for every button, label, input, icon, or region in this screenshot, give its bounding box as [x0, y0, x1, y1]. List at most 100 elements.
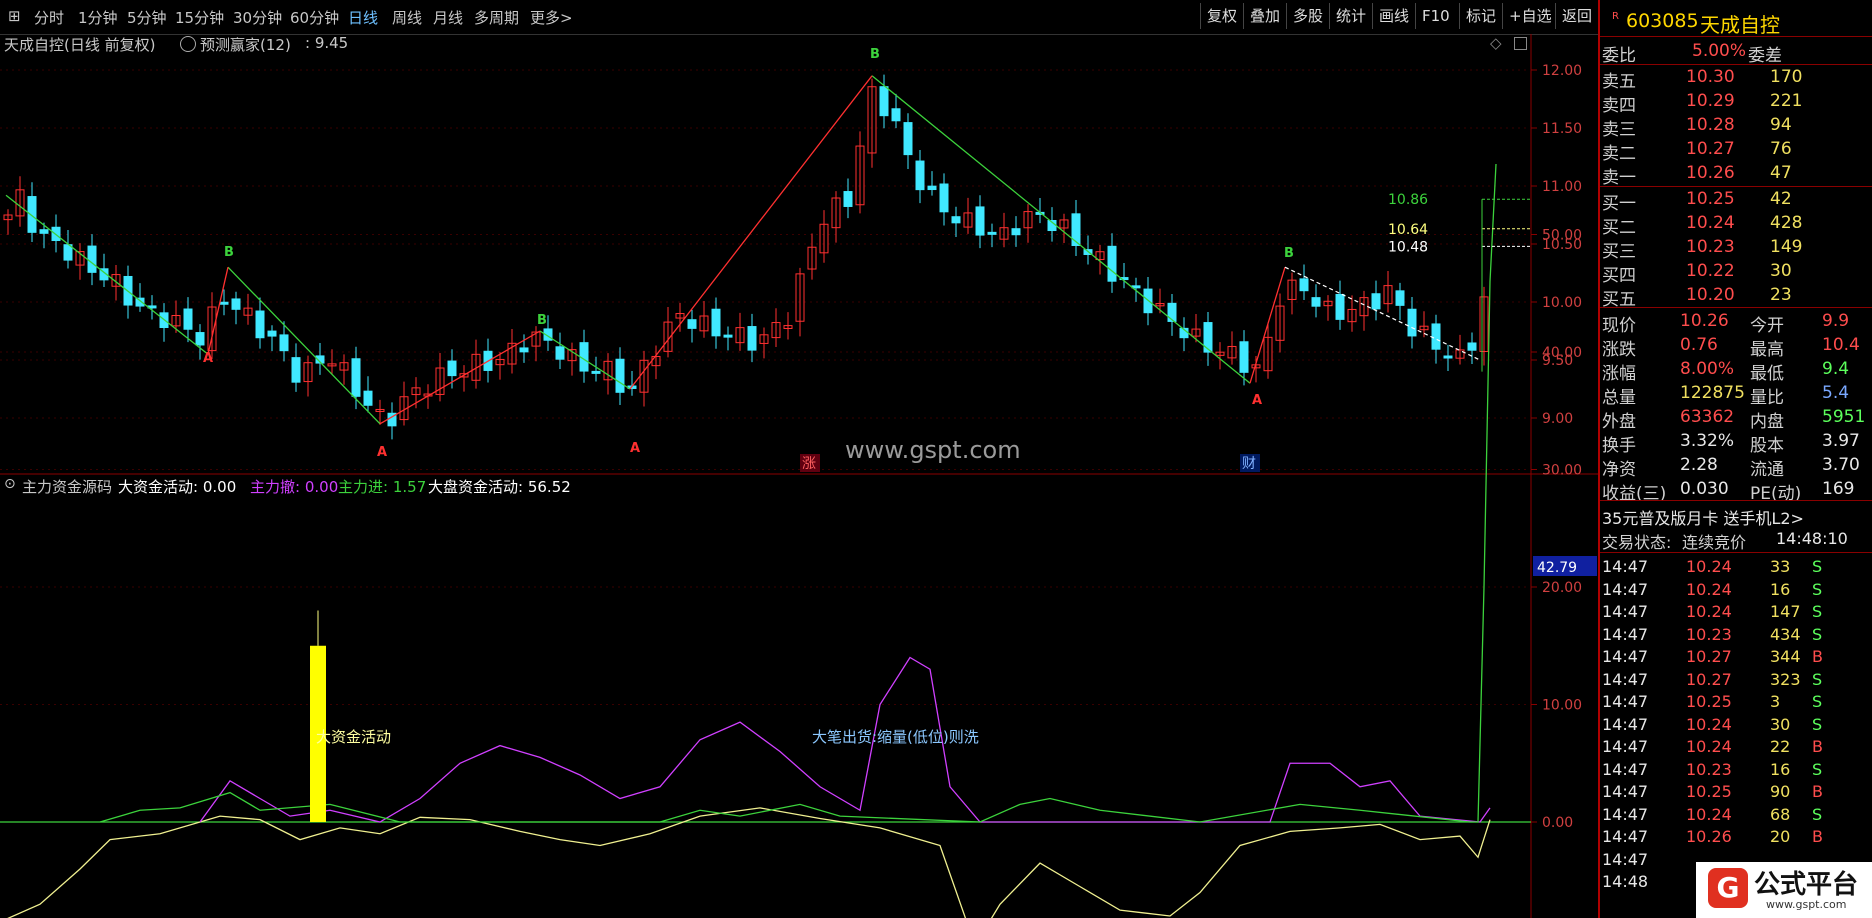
level-label: 10.64: [1388, 222, 1428, 238]
tick-price: 10.27: [1686, 669, 1732, 689]
stat-value: 8.00%: [1680, 359, 1735, 379]
tick-price: 10.24: [1686, 714, 1732, 734]
candle-body: [1011, 228, 1021, 236]
candle-body: [711, 308, 721, 337]
tick-row: 14:47 10.24 30 S: [1600, 714, 1872, 738]
stock-code: 603085: [1626, 10, 1699, 32]
bid-row: 买五 10.20 23: [1600, 284, 1872, 310]
tick-time: 14:47: [1602, 669, 1649, 689]
candle-body: [843, 191, 853, 207]
candle-body: [1107, 245, 1117, 282]
ask-row: 卖一 10.26 47: [1600, 162, 1872, 188]
candle-body: [615, 358, 625, 393]
tick-volume: 3: [1770, 692, 1781, 711]
tick-side: S: [1812, 579, 1823, 599]
stat-value: 3.32%: [1680, 431, 1735, 451]
tick-price: 10.24: [1686, 602, 1732, 621]
ask-price: 10.28: [1686, 115, 1735, 135]
marker-a: A: [377, 445, 387, 460]
candle-body: [267, 330, 277, 337]
tick-row: 14:47 10.27 344 B: [1600, 646, 1872, 670]
tick-side: B: [1812, 737, 1823, 756]
bid-price: 10.25: [1686, 189, 1735, 209]
stock-header[interactable]: R 603085 天成自控: [1600, 8, 1872, 37]
level-label: 10.86: [1388, 192, 1428, 208]
ask-row: 卖四 10.29 221: [1600, 90, 1872, 116]
indicator-tick-label: 40.00: [1542, 345, 1582, 361]
tick-side: S: [1812, 759, 1823, 779]
ratio-value: 5.00%: [1692, 41, 1747, 61]
tick-volume: 16: [1770, 579, 1791, 599]
stat-value: 10.26: [1680, 311, 1729, 331]
candle-body: [447, 360, 457, 377]
candle-body: [27, 196, 37, 233]
big-money-annotation: 大资金活动: [316, 728, 391, 746]
status-label: 交易状态:: [1602, 533, 1672, 552]
tick-row: 14:47 10.24 68 S: [1600, 804, 1872, 828]
candle-body: [915, 160, 925, 191]
candle-body: [1371, 293, 1381, 310]
stat-value: 63362: [1680, 407, 1735, 427]
tick-row: 14:47 10.23 16 S: [1600, 759, 1872, 783]
tick-price: 10.24: [1686, 557, 1732, 576]
candle-body: [1071, 213, 1081, 246]
ask-row: 卖三 10.28 94: [1600, 114, 1872, 140]
tick-side: S: [1812, 602, 1823, 621]
brand-logo-icon: G: [1708, 868, 1748, 908]
stat-row: 换手 3.32% 股本 3.97: [1600, 430, 1872, 456]
stat-row: 收益(三) 0.030 PE(动) 169: [1600, 478, 1872, 504]
tick-time: 14:47: [1602, 579, 1649, 599]
candle-body: [939, 183, 949, 213]
stat-value: 10.4: [1822, 335, 1860, 355]
marker-b: B: [870, 47, 880, 62]
status-time: 14:48:10: [1776, 529, 1848, 548]
ask-price: 10.26: [1686, 163, 1735, 183]
candle-body: [231, 298, 241, 310]
divider: [1600, 36, 1872, 37]
sub-grid: [0, 234, 1531, 823]
tick-row: 14:47 10.25 3 S: [1600, 691, 1872, 715]
status-row: 交易状态: 连续竞价 14:48:10: [1600, 528, 1872, 552]
tick-row: 14:47 10.23 434 S: [1600, 624, 1872, 648]
bid-row: 买一 10.25 42: [1600, 188, 1872, 214]
tick-time: 14:47: [1602, 647, 1649, 666]
price-tick-label: 12.00: [1542, 63, 1582, 79]
bid-price: 10.24: [1686, 213, 1735, 233]
tick-volume: 323: [1770, 669, 1801, 689]
tick-price: 10.27: [1686, 647, 1732, 666]
kline-chart[interactable]: 12.0011.5011.0010.5010.009.509.0010.8610…: [0, 0, 1598, 918]
cai-marker: 财: [1242, 456, 1256, 472]
candle-body: [39, 229, 49, 234]
ask-row: 卖五 10.30 170: [1600, 66, 1872, 92]
bid-volume: 30: [1770, 261, 1792, 281]
stat-label: 外盘: [1602, 412, 1636, 432]
zhang-marker: 涨: [802, 456, 816, 472]
main-inflow-line: [99, 163, 1497, 823]
ask-label: 卖五: [1602, 72, 1636, 92]
status-value: 连续竞价: [1682, 533, 1747, 552]
tick-row: 14:47 10.24 16 S: [1600, 579, 1872, 603]
ask-price: 10.29: [1686, 91, 1735, 111]
stat-value: 122875: [1680, 383, 1745, 403]
promo-link[interactable]: 35元普及版月卡 送手机L2>: [1600, 504, 1872, 528]
candle-body: [279, 334, 289, 352]
watermark: www.gspt.com: [845, 436, 1021, 464]
candle-body: [987, 231, 997, 235]
stat-value: 3.70: [1822, 455, 1860, 475]
ratio-label: 委比: [1602, 46, 1636, 66]
tick-time: 14:47: [1602, 804, 1649, 824]
tick-side: S: [1812, 804, 1823, 824]
tick-side: S: [1812, 669, 1823, 689]
promo-text[interactable]: 35元普及版月卡 送手机L2>: [1602, 505, 1804, 529]
up-trendline: [207, 267, 229, 355]
price-tick-label: 11.50: [1542, 121, 1582, 137]
brand-url: www.gspt.com: [1766, 898, 1847, 911]
brand-badge: G 公式平台 www.gspt.com: [1696, 862, 1872, 918]
ask-volume: 94: [1770, 115, 1792, 135]
price-tick-label: 11.00: [1542, 179, 1582, 195]
candle-body: [183, 308, 193, 330]
candle-body: [351, 358, 361, 397]
bid-price: 10.23: [1686, 237, 1735, 257]
indicator-tick-label: 20.00: [1542, 580, 1582, 596]
shipping-annotation: 大笔出货:缩量(低位)则洗: [812, 728, 979, 746]
